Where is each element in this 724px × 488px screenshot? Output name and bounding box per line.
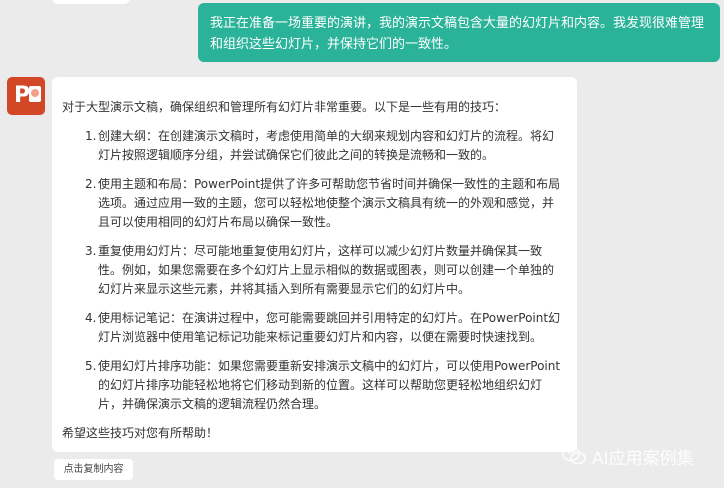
- tip-text: 重复使用幻灯片：尽可能地重复使用幻灯片，这样可以减少幻灯片数量并确保其一致性。例…: [98, 244, 555, 296]
- avatar-letter: P: [14, 83, 31, 108]
- tip-item: 5. 使用幻灯片排序功能：如果您需要重新安排演示文稿中的幻灯片，可以使用Powe…: [62, 357, 566, 414]
- tip-number: 3.: [85, 244, 97, 258]
- watermark-text: AI应用案例集: [592, 448, 694, 469]
- tip-text: 创建大纲：在创建演示文稿时，考虑使用简单的大纲来规划内容和幻灯片的流程。将幻灯片…: [98, 129, 555, 162]
- assistant-closing: 希望这些技巧对您有所帮助！: [62, 426, 219, 440]
- assistant-message-bubble: 对于大型演示文稿，确保组织和管理所有幻灯片非常重要。以下是一些有用的技巧： 1.…: [52, 77, 577, 452]
- previous-message-stub: [52, 0, 130, 4]
- tip-text: 使用主题和布局：PowerPoint提供了许多可帮助您节省时间并确保一致性的主题…: [98, 177, 561, 229]
- slide-glyph: [29, 86, 41, 102]
- tips-list: 1. 创建大纲：在创建演示文稿时，考虑使用简单的大纲来规划内容和幻灯片的流程。将…: [62, 127, 566, 414]
- watermark: AI应用案例集: [562, 442, 694, 470]
- tip-item: 2. 使用主题和布局：PowerPoint提供了许多可帮助您节省时间并确保一致性…: [62, 175, 566, 232]
- tip-item: 3. 重复使用幻灯片：尽可能地重复使用幻灯片，这样可以减少幻灯片数量并确保其一致…: [62, 242, 566, 299]
- tip-text: 使用幻灯片排序功能：如果您需要重新安排演示文稿中的幻灯片，可以使用PowerPo…: [98, 359, 561, 411]
- tip-item: 4. 使用标记笔记：在演讲过程中，您可能需要跳回并引用特定的幻灯片。在Power…: [62, 309, 566, 347]
- tip-number: 5.: [85, 359, 97, 373]
- copy-content-button[interactable]: 点击复制内容: [54, 459, 133, 480]
- tip-number: 1.: [85, 129, 97, 143]
- tip-item: 1. 创建大纲：在创建演示文稿时，考虑使用简单的大纲来规划内容和幻灯片的流程。将…: [62, 127, 566, 165]
- tip-text: 使用标记笔记：在演讲过程中，您可能需要跳回并引用特定的幻灯片。在PowerPoi…: [98, 311, 561, 344]
- user-message-bubble: 我正在准备一场重要的演讲，我的演示文稿包含大量的幻灯片和内容。我发现很难管理和组…: [198, 3, 720, 62]
- tip-number: 2.: [85, 177, 97, 191]
- wechat-icon: [562, 446, 586, 465]
- powerpoint-icon: P: [7, 77, 45, 115]
- assistant-intro: 对于大型演示文稿，确保组织和管理所有幻灯片非常重要。以下是一些有用的技巧：: [62, 100, 507, 114]
- user-message-text: 我正在准备一场重要的演讲，我的演示文稿包含大量的幻灯片和内容。我发现很难管理和组…: [210, 16, 705, 52]
- tip-number: 4.: [85, 311, 97, 325]
